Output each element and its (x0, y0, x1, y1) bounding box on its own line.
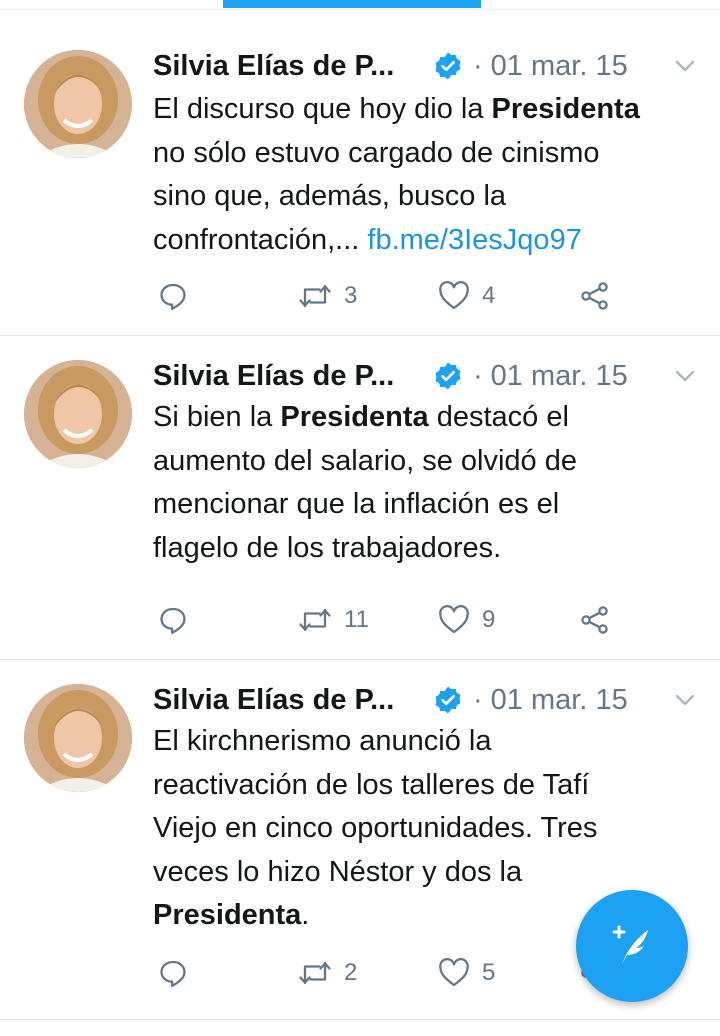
separator-dot: · (473, 683, 483, 716)
like-button[interactable]: 4 (438, 276, 495, 316)
tweet-text: El discurso que hoy dio la Presidenta no… (153, 93, 640, 256)
avatar[interactable] (24, 360, 132, 468)
verified-badge-icon (435, 686, 461, 714)
like-count: 5 (482, 959, 496, 986)
tweet[interactable]: Silvia Elías de P... · 01 mar. 15 Si bie… (0, 336, 720, 660)
tweet-header: Silvia Elías de P... · 01 mar. 15 (153, 44, 698, 88)
like-button[interactable]: 5 (438, 953, 495, 993)
share-icon (581, 606, 608, 634)
tweet-actions: 11 9 (153, 600, 623, 640)
author-name[interactable]: Silvia Elías de P... (153, 684, 415, 717)
separator-dot: · (473, 359, 483, 392)
chevron-down-icon[interactable] (672, 687, 698, 713)
tweet[interactable]: Silvia Elías de P... · 01 mar. 15 El dis… (0, 26, 720, 336)
reply-button[interactable] (158, 953, 188, 993)
retweet-count: 2 (344, 959, 358, 986)
tweet-link[interactable]: fb.me/3IesJqo97 (367, 224, 581, 256)
share-icon (581, 282, 608, 310)
tweet-actions: 3 4 (153, 276, 623, 316)
tweet-actions: 2 5 (153, 953, 623, 993)
retweet-icon (299, 961, 331, 985)
tweet-text: Si bien la Presidenta destacó el aumento… (153, 401, 577, 564)
reply-button[interactable] (158, 276, 188, 316)
like-button[interactable]: 9 (438, 600, 495, 640)
retweet-button[interactable]: 11 (298, 600, 369, 640)
chevron-down-icon[interactable] (672, 363, 698, 389)
avatar[interactable] (24, 684, 132, 792)
tab-bar (0, 0, 720, 10)
reply-icon (160, 960, 186, 987)
retweet-count: 3 (344, 282, 358, 309)
retweet-icon (299, 284, 331, 308)
retweet-button[interactable]: 2 (298, 953, 357, 993)
heart-icon (439, 958, 469, 987)
share-button[interactable] (579, 600, 611, 640)
chevron-down-icon[interactable] (672, 53, 698, 79)
separator-dot: · (473, 49, 483, 82)
tweet-date[interactable]: 01 mar. 15 (491, 684, 628, 717)
retweet-button[interactable]: 3 (298, 276, 357, 316)
compose-tweet-button[interactable] (576, 890, 688, 1002)
heart-icon (439, 281, 469, 310)
active-tab-indicator (223, 0, 481, 8)
tweet-header: Silvia Elías de P... · 01 mar. 15 (153, 354, 698, 398)
reply-icon (160, 283, 186, 310)
reply-icon (160, 607, 186, 634)
verified-badge-icon (435, 52, 461, 80)
author-name[interactable]: Silvia Elías de P... (153, 50, 415, 83)
tweet-date[interactable]: 01 mar. 15 (491, 50, 628, 83)
timeline-screen: Silvia Elías de P... · 01 mar. 15 El dis… (0, 0, 720, 1036)
reply-button[interactable] (158, 600, 188, 640)
like-count: 4 (482, 282, 496, 309)
like-count: 9 (482, 606, 496, 633)
author-name[interactable]: Silvia Elías de P... (153, 360, 415, 393)
retweet-count: 11 (344, 606, 369, 633)
heart-icon (439, 605, 469, 634)
share-button[interactable] (579, 276, 611, 316)
avatar[interactable] (24, 50, 132, 158)
tweet-date[interactable]: 01 mar. 15 (491, 360, 628, 393)
verified-badge-icon (435, 362, 461, 390)
retweet-icon (299, 608, 331, 632)
compose-tweet-icon (612, 925, 648, 964)
tweet-header: Silvia Elías de P... · 01 mar. 15 (153, 678, 698, 722)
